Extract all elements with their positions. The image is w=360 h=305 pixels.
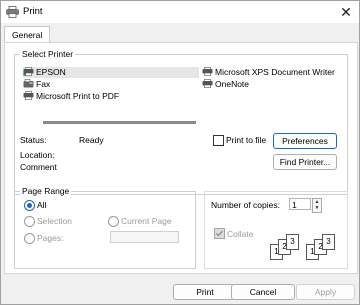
printer-icon [6,6,19,18]
printer-default-icon [23,67,34,76]
print-to-file-label: Print to file [226,135,267,145]
printer-item-epson[interactable]: EPSON [23,67,199,78]
printer-list-scrollbar[interactable] [43,121,196,124]
all-label: All [37,200,47,210]
location-label: Location: [20,150,55,160]
status-value: Ready [79,135,104,145]
tab-bar: General [1,23,359,43]
print-button[interactable]: Print [173,284,237,300]
printer-name: EPSON [36,67,66,77]
apply-button: Apply [296,284,355,300]
print-dialog: Print ✕ General Select Printer EPSON Fax… [0,0,360,305]
printer-name: Microsoft Print to PDF [36,91,120,101]
scrollbar-thumb[interactable] [43,121,196,124]
general-panel: Select Printer EPSON Fax Microsoft Print… [4,42,358,274]
current-page-label: Current Page [121,216,172,226]
printer-name: Microsoft XPS Document Writer [215,67,335,77]
copies-group: Number of copies: 1 ▲ ▼ Collate 1 2 3 1 … [204,191,348,269]
printer-name: OneNote [215,79,250,89]
pages-input[interactable] [110,231,179,243]
number-of-copies-label: Number of copies: [211,200,280,210]
collate-illustration: 1 2 3 1 2 3 [270,226,342,260]
close-button[interactable]: ✕ [333,1,359,23]
copies-spinner[interactable]: ▲ ▼ [312,198,322,213]
collate-label: Collate [227,229,254,239]
printer-list[interactable]: EPSON Fax Microsoft Print to PDF Microso… [23,61,341,113]
selection-label: Selection [37,216,72,226]
selection-radio [24,216,35,227]
spin-down-icon[interactable]: ▼ [313,205,321,211]
printer-item-onenote[interactable]: OneNote [202,79,249,90]
printer-icon [202,67,213,76]
page-range-group: Page Range All Selection Current Page Pa… [14,186,196,269]
printer-item-microsoft-xps-document-writer[interactable]: Microsoft XPS Document Writer [202,67,335,78]
close-icon: ✕ [340,3,352,20]
status-label: Status: [20,135,47,145]
page-range-label: Page Range [20,186,72,196]
printer-icon [202,79,213,88]
preferences-button[interactable]: Preferences [273,133,337,149]
comment-label: Comment [20,162,57,172]
select-printer-label: Select Printer [20,49,76,59]
cancel-button[interactable]: Cancel [231,284,295,300]
copies-input[interactable]: 1 [289,198,311,210]
window-title: Print [23,6,43,17]
title-bar: Print ✕ [1,1,359,23]
all-radio[interactable] [24,200,35,211]
print-to-file-checkbox[interactable] [213,135,224,146]
find-printer-button[interactable]: Find Printer... [273,154,337,170]
tab-general[interactable]: General [4,26,51,43]
checkmark-icon [216,230,223,237]
collate-page: 3 [286,234,299,250]
printer-icon [23,91,34,100]
collate-page: 3 [322,234,335,250]
dialog-footer: Print Cancel Apply [1,277,359,304]
printer-name: Fax [36,79,51,89]
select-printer-group: Select Printer EPSON Fax Microsoft Print… [14,49,348,195]
fax-icon [23,79,34,88]
current-page-radio [108,216,119,227]
printer-item-microsoft-print-to-pdf[interactable]: Microsoft Print to PDF [23,91,119,102]
printer-item-fax[interactable]: Fax [23,79,50,90]
pages-label: Pages: [37,233,64,243]
pages-radio [24,233,35,244]
